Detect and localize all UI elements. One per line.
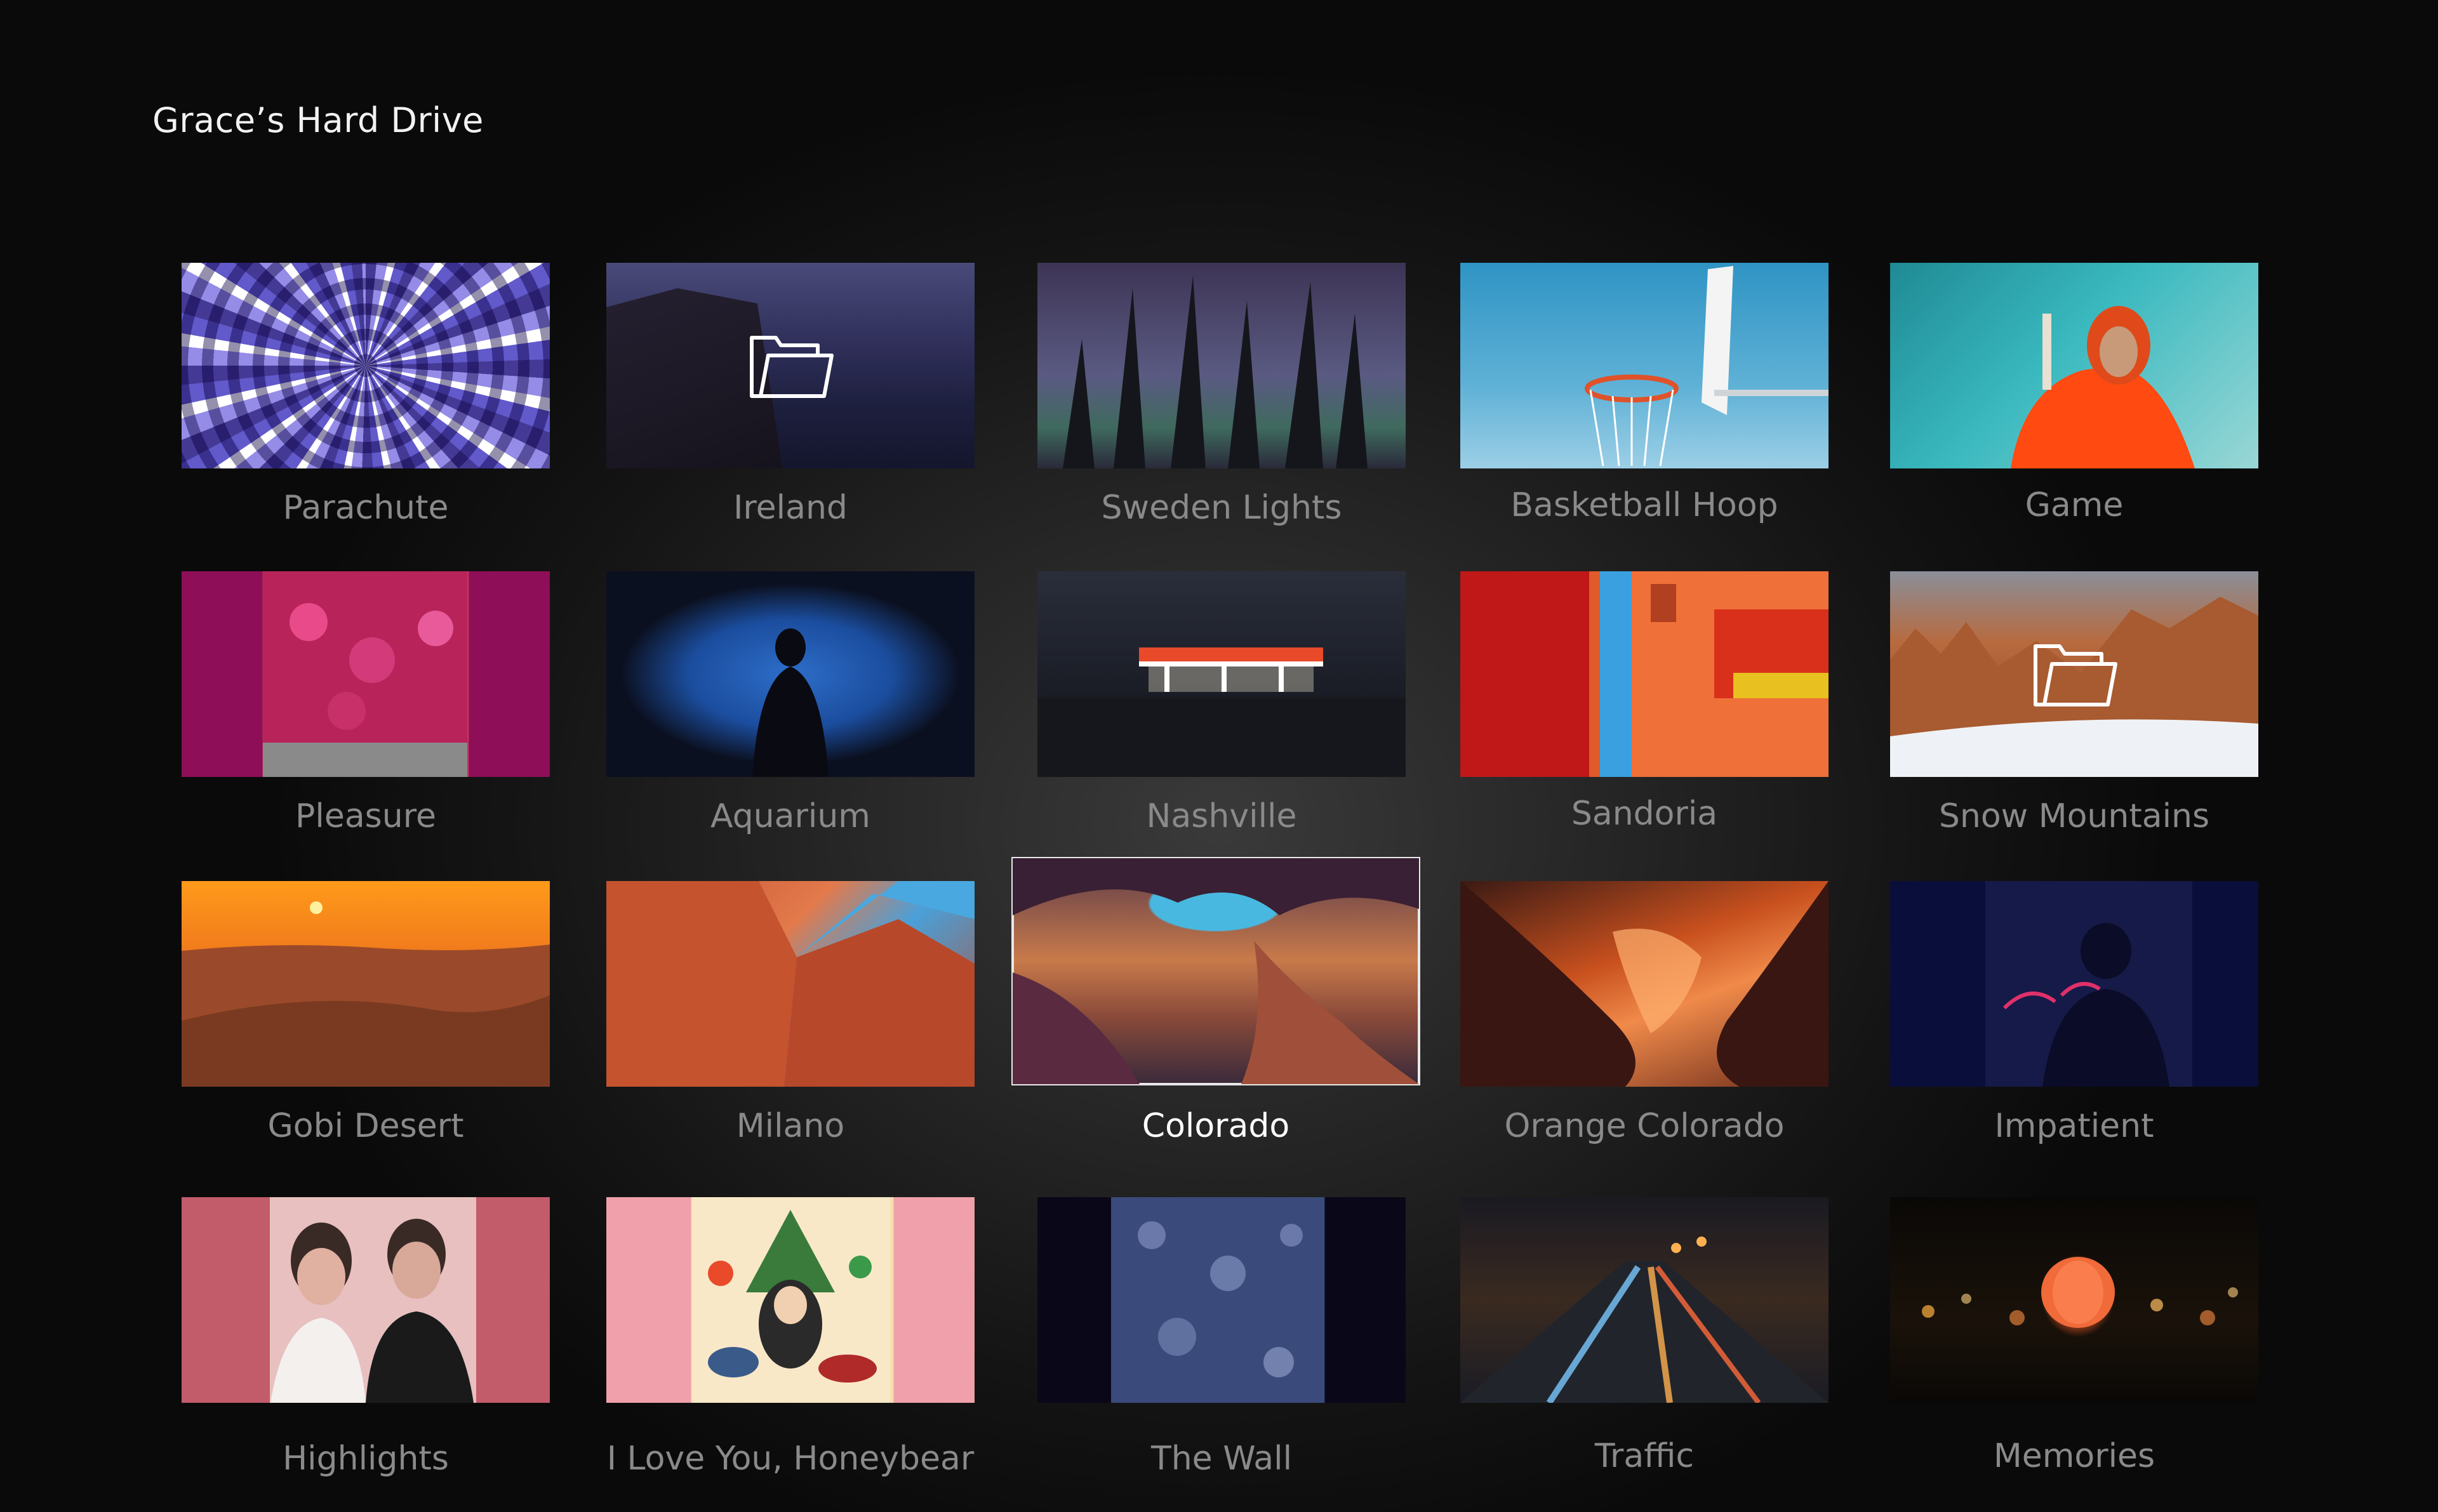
- tile-traffic[interactable]: Traffic: [1460, 1197, 1828, 1475]
- thumbnail-gobi-desert: [182, 881, 550, 1087]
- thumbnail-milano: [606, 881, 975, 1087]
- thumbnail-orange-colorado: [1460, 881, 1828, 1087]
- thumbnail-traffic: [1460, 1197, 1828, 1403]
- tile-gobi-desert[interactable]: Gobi Desert: [182, 881, 550, 1145]
- thumbnail-sandoria: [1460, 571, 1828, 777]
- tile-i-love-you-honeybear[interactable]: I Love You, Honeybear: [606, 1197, 975, 1478]
- thumbnail-sweden-lights: [1037, 263, 1406, 468]
- thumbnail-snow-mountains: [1890, 571, 2258, 777]
- tile-impatient[interactable]: Impatient: [1890, 881, 2258, 1145]
- tile-ireland[interactable]: Ireland: [606, 263, 975, 527]
- thumbnail-the-wall: [1037, 1197, 1406, 1403]
- media-grid: Parachute Ireland Sweden Lights Basketba…: [0, 0, 2438, 1512]
- thumbnail-highlights: [182, 1197, 550, 1403]
- thumbnail-memories: [1890, 1197, 2258, 1403]
- tile-milano[interactable]: Milano: [606, 881, 975, 1145]
- tile-aquarium[interactable]: Aquarium: [606, 571, 975, 835]
- tile-snow-mountains[interactable]: Snow Mountains: [1890, 571, 2258, 835]
- thumbnail-impatient: [1890, 881, 2258, 1087]
- thumbnail-ireland: [606, 263, 975, 468]
- tile-the-wall[interactable]: The Wall: [1037, 1197, 1406, 1478]
- tile-orange-colorado[interactable]: Orange Colorado: [1460, 881, 1828, 1145]
- tile-basketball-hoop[interactable]: Basketball Hoop: [1460, 263, 1828, 524]
- thumbnail-aquarium: [606, 571, 975, 777]
- tile-game[interactable]: Game: [1890, 263, 2258, 524]
- thumbnail-pleasure: [182, 571, 550, 777]
- tile-colorado[interactable]: Colorado: [1011, 857, 1420, 1145]
- thumbnail-nashville: [1037, 571, 1406, 777]
- tile-sandoria[interactable]: Sandoria: [1460, 571, 1828, 833]
- tile-label: Snow Mountains: [1938, 797, 2210, 835]
- tile-label: Game: [2025, 486, 2124, 524]
- tile-sweden-lights[interactable]: Sweden Lights: [1037, 263, 1406, 527]
- thumbnail-i-love-you-honeybear: [606, 1197, 975, 1403]
- thumbnail-parachute: [182, 263, 550, 468]
- tile-pleasure[interactable]: Pleasure: [182, 571, 550, 835]
- tile-label: Impatient: [1994, 1107, 2154, 1145]
- folder-icon: [750, 336, 834, 398]
- tile-nashville[interactable]: Nashville: [1037, 571, 1406, 835]
- tile-memories[interactable]: Memories: [1890, 1197, 2258, 1475]
- tile-label: Memories: [1993, 1437, 2155, 1475]
- tile-highlights[interactable]: Highlights: [182, 1197, 550, 1478]
- folder-icon: [2034, 644, 2117, 706]
- thumbnail-colorado: [1011, 857, 1420, 1085]
- thumbnail-game: [1890, 263, 2258, 468]
- tile-parachute[interactable]: Parachute: [182, 263, 550, 527]
- thumbnail-basketball-hoop: [1460, 263, 1828, 468]
